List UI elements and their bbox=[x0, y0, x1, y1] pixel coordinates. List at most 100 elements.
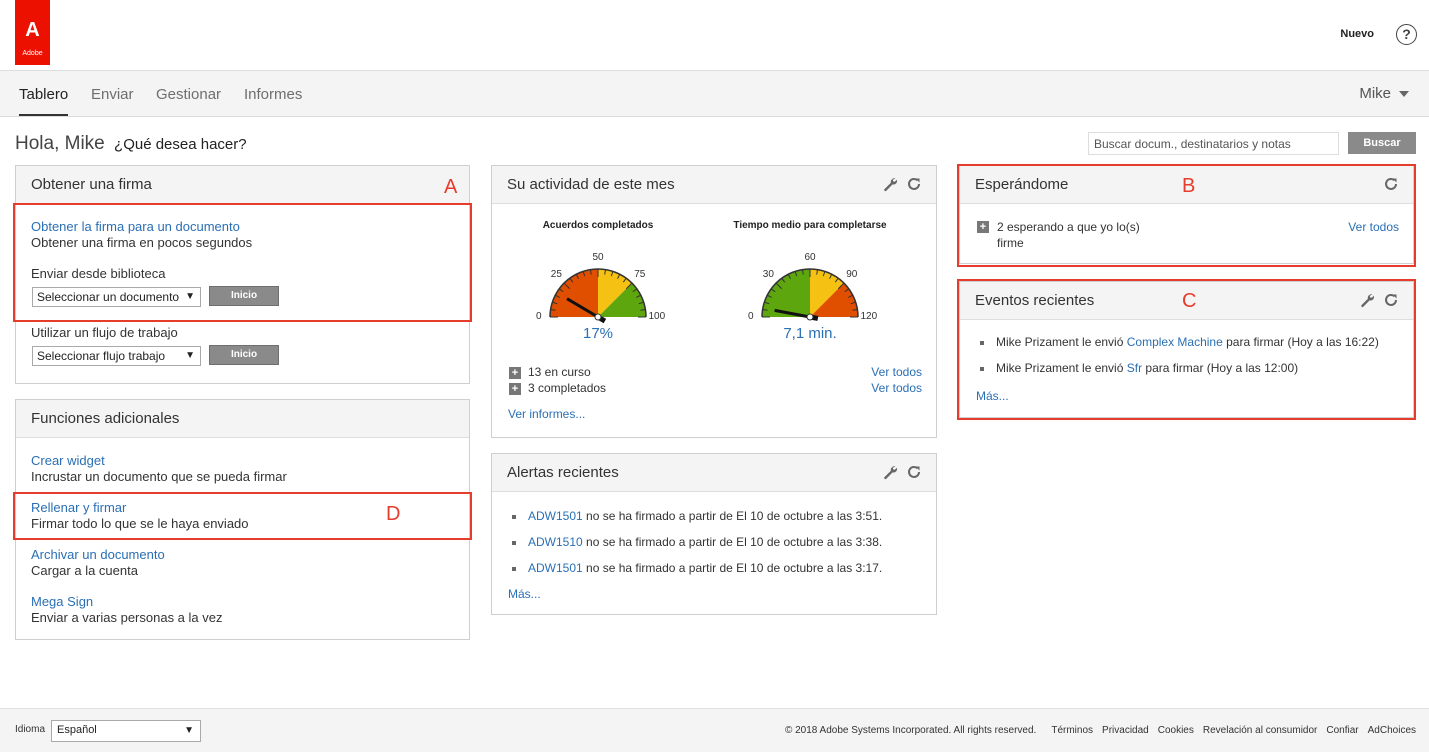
gauge-tick-label: 50 bbox=[592, 252, 604, 263]
dropdown-arrow-icon: ▼ bbox=[184, 725, 194, 736]
search-button[interactable]: Buscar bbox=[1348, 132, 1416, 154]
panel-header: Funciones adicionales bbox=[16, 400, 469, 438]
gauge-value: 7,1 min. bbox=[783, 325, 837, 342]
chevron-down-icon bbox=[1399, 91, 1409, 98]
alert-doc-link[interactable]: ADW1501 bbox=[528, 561, 583, 575]
avg-time-gauge bbox=[761, 268, 859, 321]
wrench-icon[interactable] bbox=[882, 176, 898, 192]
adobe-logo[interactable]: A Adobe bbox=[15, 0, 50, 65]
language-label: Idioma bbox=[15, 724, 46, 735]
top-header: A Adobe Nuevo ? bbox=[0, 0, 1429, 71]
panel-title: Obtener una firma bbox=[31, 176, 152, 193]
completed-view-all-link[interactable]: Ver todos bbox=[871, 381, 922, 395]
annotation-label-a: A bbox=[444, 176, 458, 198]
bullet-icon bbox=[512, 540, 516, 545]
create-widget-link[interactable]: Crear widget bbox=[31, 453, 105, 468]
annotation-label-c: C bbox=[1182, 290, 1197, 312]
gauge-tick-label: 60 bbox=[804, 252, 816, 263]
footer-link-trust[interactable]: Confiar bbox=[1326, 725, 1358, 736]
expand-plus-icon[interactable]: + bbox=[509, 383, 521, 395]
copyright: © 2018 Adobe Systems Incorporated. All r… bbox=[784, 725, 1037, 736]
footer-links: © 2018 Adobe Systems Incorporated. All r… bbox=[785, 725, 1416, 736]
create-widget-desc: Incrustar un documento que se pueda firm… bbox=[31, 469, 287, 484]
alert-doc-link[interactable]: ADW1510 bbox=[528, 535, 583, 549]
footer-link-consumer[interactable]: Revelación al consumidor bbox=[1203, 725, 1318, 736]
search-input[interactable] bbox=[1088, 132, 1339, 155]
alerts-more-link[interactable]: Más... bbox=[508, 587, 541, 601]
gauge-pivot bbox=[594, 313, 602, 321]
refresh-icon[interactable] bbox=[906, 464, 922, 480]
user-menu[interactable]: Mike bbox=[1359, 85, 1409, 102]
alert-item: ADW1501 no se ha firmado a partir de El … bbox=[512, 561, 882, 575]
annotation-box-a bbox=[13, 203, 472, 322]
alert-text: no se ha firmado a partir de El 10 de oc… bbox=[586, 509, 883, 523]
greeting-hello: Hola, Mike bbox=[15, 133, 105, 154]
tab-informes[interactable]: Informes bbox=[244, 86, 302, 114]
completed-label: 3 completados bbox=[528, 381, 607, 395]
recent-alerts-panel: Alertas recientes ADW1501 no se ha firma… bbox=[491, 453, 937, 615]
mega-sign-desc: Enviar a varias personas a la vez bbox=[31, 610, 223, 625]
workflow-start-button[interactable]: Inicio bbox=[209, 345, 279, 365]
gauge-tick-label: 0 bbox=[536, 311, 542, 322]
refresh-icon[interactable] bbox=[906, 176, 922, 192]
new-button[interactable]: Nuevo bbox=[1340, 28, 1374, 40]
wrench-icon[interactable] bbox=[882, 464, 898, 480]
gauge-tick-label: 90 bbox=[846, 269, 858, 281]
gauge-title: Tiempo medio para completarse bbox=[733, 220, 887, 231]
help-icon[interactable]: ? bbox=[1396, 24, 1417, 45]
footer-link-terms[interactable]: Términos bbox=[1051, 725, 1093, 736]
panel-title: Alertas recientes bbox=[507, 464, 619, 481]
bullet-icon bbox=[512, 566, 516, 571]
logo-text: Adobe bbox=[22, 50, 43, 57]
view-reports-link[interactable]: Ver informes... bbox=[508, 407, 585, 421]
footer-link-adchoices[interactable]: AdChoices bbox=[1368, 725, 1416, 736]
annotation-label-b: B bbox=[1182, 175, 1196, 197]
language-select[interactable]: Español ▼ bbox=[51, 720, 201, 742]
gauge-tick-label: 100 bbox=[648, 311, 666, 322]
greeting: Hola, Mike ¿Qué desea hacer? bbox=[15, 133, 247, 155]
panel-title: Su actividad de este mes bbox=[507, 176, 675, 193]
panel-header: Alertas recientes bbox=[492, 454, 936, 492]
gauge-tick-label: 0 bbox=[748, 311, 754, 322]
alert-text: no se ha firmado a partir de El 10 de oc… bbox=[586, 561, 883, 575]
gauge-value: 17% bbox=[582, 325, 614, 342]
gauge-tick-label: 75 bbox=[634, 269, 646, 281]
archive-desc: Cargar a la cuenta bbox=[31, 563, 138, 578]
footer: Idioma Español ▼ © 2018 Adobe Systems In… bbox=[0, 708, 1429, 752]
tab-gestionar[interactable]: Gestionar bbox=[156, 86, 221, 114]
in-progress-view-all-link[interactable]: Ver todos bbox=[871, 365, 922, 379]
alert-text: no se ha firmado a partir de El 10 de oc… bbox=[586, 535, 883, 549]
annotation-box-d bbox=[13, 492, 472, 540]
workflow-label: Utilizar un flujo de trabajo bbox=[31, 325, 178, 340]
gauge-title: Acuerdos completados bbox=[542, 220, 654, 231]
completed-agreements-gauge bbox=[549, 268, 647, 324]
alert-item: ADW1501 no se ha firmado a partir de El … bbox=[512, 509, 882, 523]
language-value: Español bbox=[57, 724, 97, 736]
archive-link[interactable]: Archivar un documento bbox=[31, 547, 165, 562]
annotation-label-d: D bbox=[386, 503, 401, 525]
panel-header: Su actividad de este mes bbox=[492, 166, 936, 204]
bullet-icon bbox=[512, 514, 516, 519]
alert-item: ADW1510 no se ha firmado a partir de El … bbox=[512, 535, 882, 549]
workflow-select[interactable]: Seleccionar flujo trabajo ▼ bbox=[32, 346, 201, 366]
adobe-a-icon: A bbox=[25, 19, 40, 41]
tab-tablero[interactable]: Tablero bbox=[19, 86, 69, 116]
tab-enviar[interactable]: Enviar bbox=[91, 86, 134, 114]
main-nav: Tablero Enviar Gestionar Informes Mike bbox=[0, 71, 1429, 117]
gauge-tick-label: 25 bbox=[550, 269, 562, 281]
user-name: Mike bbox=[1359, 85, 1391, 102]
greeting-question: ¿Qué desea hacer? bbox=[114, 136, 247, 153]
mega-sign-link[interactable]: Mega Sign bbox=[31, 594, 93, 609]
workflow-select-value: Seleccionar flujo trabajo bbox=[37, 349, 166, 363]
dropdown-arrow-icon: ▼ bbox=[185, 350, 195, 361]
footer-link-cookies[interactable]: Cookies bbox=[1158, 725, 1194, 736]
panel-title: Funciones adicionales bbox=[31, 410, 180, 427]
activity-panel: Su actividad de este mes Acuerdos comple… bbox=[491, 165, 937, 438]
gauge-pivot bbox=[806, 313, 814, 321]
panel-header: Obtener una firma bbox=[16, 166, 469, 204]
gauge-tick-label: 120 bbox=[860, 311, 878, 322]
in-progress-label: 13 en curso bbox=[528, 365, 591, 379]
footer-link-privacy[interactable]: Privacidad bbox=[1102, 725, 1149, 736]
alert-doc-link[interactable]: ADW1501 bbox=[528, 509, 583, 523]
expand-plus-icon[interactable]: + bbox=[509, 367, 521, 379]
